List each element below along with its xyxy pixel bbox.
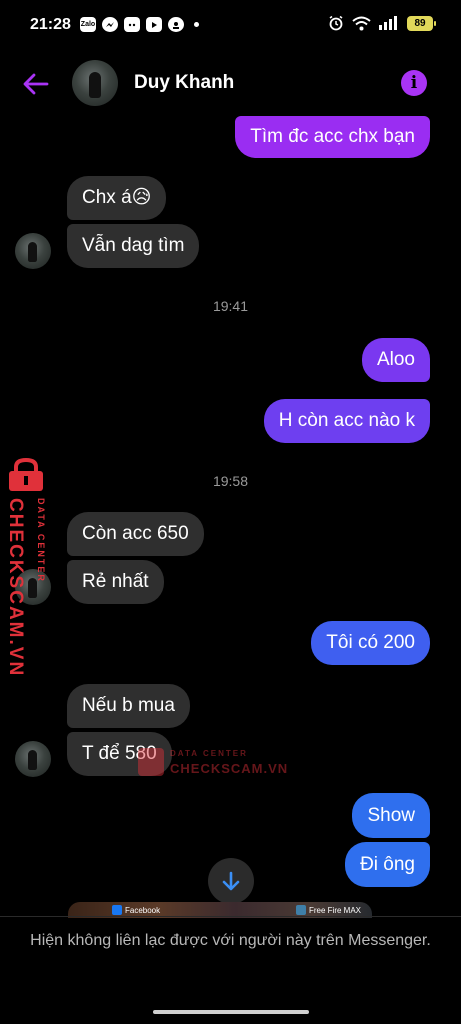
app-icon: [168, 17, 184, 32]
message-incoming[interactable]: Nếu b mua: [67, 684, 190, 728]
back-button[interactable]: [20, 68, 52, 100]
play-icon: [146, 17, 162, 32]
watermark-vertical: CHECKSCAM.VN DATA CENTER: [4, 458, 50, 677]
message-outgoing[interactable]: Đi ông: [345, 842, 430, 887]
signal-icon: [379, 16, 397, 30]
arrow-down-icon: [222, 871, 240, 891]
preview-label: Free Fire MAX: [309, 905, 362, 915]
contact-avatar-small[interactable]: [15, 741, 51, 777]
watermark-sub: DATA CENTER: [36, 498, 46, 583]
watermark-horizontal: DATA CENTER CHECKSCAM.VN: [138, 744, 288, 780]
lock-icon: [138, 748, 164, 776]
home-indicator[interactable]: [153, 1010, 309, 1014]
status-time: 21:28: [30, 16, 71, 33]
facebook-icon: [112, 905, 122, 915]
contact-name[interactable]: Duy Khanh: [134, 72, 234, 94]
timestamp: 19:58: [212, 473, 249, 489]
timestamp: 19:41: [212, 298, 249, 314]
alarm-icon: [329, 15, 343, 31]
watermark-sub: DATA CENTER: [170, 749, 248, 758]
watermark-brand: CHECKSCAM.VN: [170, 761, 289, 776]
chat-header: Duy Khanh i: [0, 52, 461, 116]
back-arrow-icon: [23, 73, 49, 95]
info-icon: i: [410, 73, 418, 93]
zalo-icon: Zalo: [80, 17, 96, 32]
watermark-brand: CHECKSCAM.VN: [5, 498, 26, 678]
message-outgoing[interactable]: Tôi có 200: [311, 621, 430, 665]
message-incoming[interactable]: Rẻ nhất: [67, 560, 164, 604]
scroll-to-bottom-button[interactable]: [208, 858, 254, 904]
info-button[interactable]: i: [401, 70, 427, 96]
more-notifications-dot: [194, 22, 199, 27]
battery-icon: 89: [407, 15, 436, 31]
status-bar: 21:28 Zalo 89: [0, 0, 461, 52]
lock-icon: [9, 458, 43, 491]
message-outgoing[interactable]: H còn acc nào k: [263, 399, 430, 443]
wifi-icon: [352, 16, 371, 30]
free-fire-icon: [296, 905, 306, 915]
message-incoming[interactable]: Còn acc 650: [67, 512, 204, 556]
message-outgoing[interactable]: Show: [352, 793, 430, 838]
discord-icon: [124, 17, 140, 32]
preview-label: Facebook: [125, 905, 161, 915]
messenger-icon: [102, 17, 118, 32]
status-right-icons: 89: [328, 15, 436, 31]
notification-icons: Zalo: [80, 17, 199, 32]
message-incoming[interactable]: Vẫn dag tìm: [67, 224, 200, 268]
unavailable-notice: Hiện không liên lạc được với người này t…: [30, 932, 431, 949]
message-outgoing[interactable]: Tìm đc acc chx bạn: [235, 116, 430, 158]
contact-avatar[interactable]: [72, 60, 118, 106]
message-incoming[interactable]: Chx á😥: [67, 176, 167, 220]
contact-avatar-small[interactable]: [15, 233, 51, 269]
message-outgoing[interactable]: Aloo: [361, 338, 430, 382]
divider: [0, 916, 461, 917]
